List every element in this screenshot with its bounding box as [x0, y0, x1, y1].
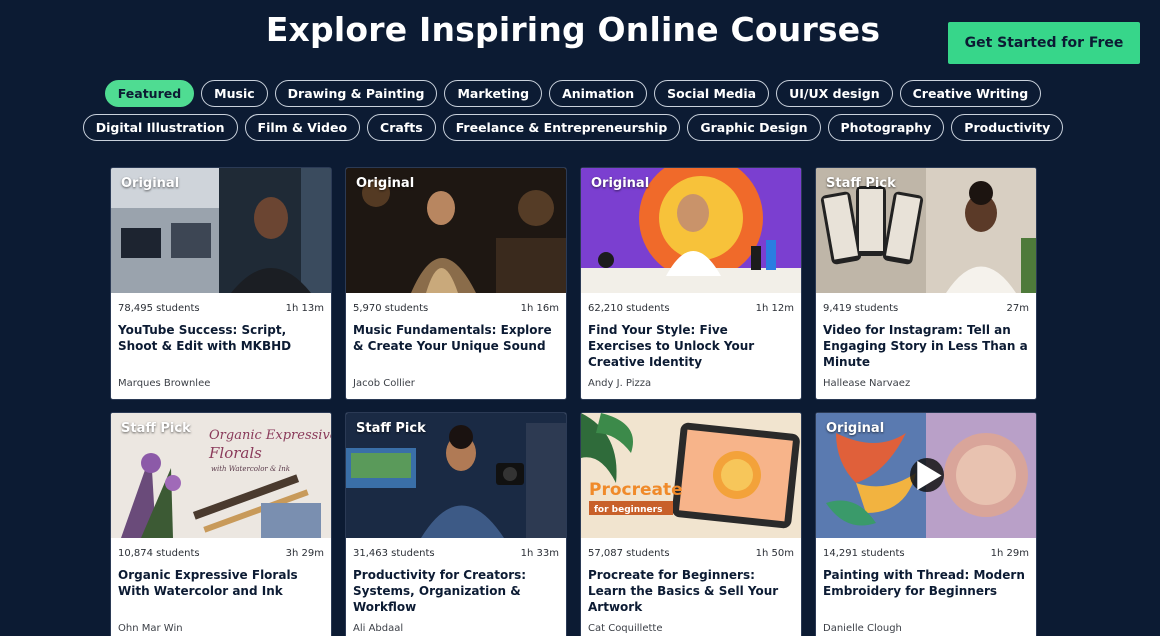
filter-chip-drawing-painting[interactable]: Drawing & Painting — [274, 80, 438, 107]
course-thumbnail: Original — [581, 168, 801, 293]
course-title[interactable]: Productivity for Creators: Systems, Orga… — [346, 559, 566, 617]
course-grid: Original 78,495 students 1h 13m YouTube … — [110, 167, 1037, 636]
filter-chip-animation[interactable]: Animation — [549, 80, 648, 107]
filter-chip-productivity[interactable]: Productivity — [951, 114, 1064, 141]
course-author[interactable]: Ali Abdaal — [353, 623, 403, 634]
filter-chip-music[interactable]: Music — [201, 80, 268, 107]
course-card[interactable]: Original 14,291 students 1h 29m Painting… — [815, 412, 1037, 636]
course-author[interactable]: Marques Brownlee — [118, 378, 210, 389]
course-meta: 10,874 students 3h 29m — [111, 538, 331, 559]
course-duration: 1h 50m — [755, 548, 794, 559]
course-card[interactable]: Original 5,970 students 1h 16m Music Fun… — [345, 167, 567, 400]
category-filters-row-2: Digital Illustration Film & Video Crafts… — [0, 114, 1146, 141]
course-title[interactable]: Video for Instagram: Tell an Engaging St… — [816, 314, 1036, 372]
filter-chip-freelance[interactable]: Freelance & Entrepreneurship — [442, 114, 681, 141]
thumbnail-title-text: Florals — [208, 444, 262, 462]
badge-label: Original — [826, 421, 885, 436]
course-duration: 27m — [1006, 303, 1029, 314]
student-count: 10,874 students — [118, 548, 200, 559]
course-title[interactable]: Organic Expressive Florals With Watercol… — [111, 559, 331, 617]
course-duration: 3h 29m — [285, 548, 324, 559]
student-count: 14,291 students — [823, 548, 905, 559]
course-card[interactable]: Staff Pick 31,463 students 1h 33m Produc… — [345, 412, 567, 636]
course-title[interactable]: Procreate for Beginners: Learn the Basic… — [581, 559, 801, 617]
course-card[interactable]: Staff Pick 9,419 students 27m Video for … — [815, 167, 1037, 400]
course-author[interactable]: Andy J. Pizza — [588, 378, 651, 389]
course-thumbnail: Procreate for beginners — [581, 413, 801, 538]
course-card[interactable]: Original 78,495 students 1h 13m YouTube … — [110, 167, 332, 400]
course-meta: 31,463 students 1h 33m — [346, 538, 566, 559]
course-duration: 1h 33m — [520, 548, 559, 559]
filter-chip-featured[interactable]: Featured — [104, 80, 195, 107]
category-filters-row-1: Featured Music Drawing & Painting Market… — [0, 80, 1146, 107]
filter-chip-film-video[interactable]: Film & Video — [244, 114, 361, 141]
play-icon[interactable] — [910, 458, 944, 492]
student-count: 62,210 students — [588, 303, 670, 314]
course-meta: 62,210 students 1h 12m — [581, 293, 801, 314]
filter-chip-marketing[interactable]: Marketing — [444, 80, 543, 107]
thumbnail-subtitle-text: with Watercolor & Ink — [211, 465, 290, 473]
course-meta: 9,419 students 27m — [816, 293, 1036, 314]
badge-label: Staff Pick — [121, 421, 191, 436]
badge-label: Original — [591, 176, 650, 191]
course-card[interactable]: Original 62,210 students 1h 12m Find You… — [580, 167, 802, 400]
course-duration: 1h 12m — [755, 303, 794, 314]
badge-label: Original — [121, 176, 180, 191]
student-count: 31,463 students — [353, 548, 435, 559]
course-card[interactable]: Organic Expressive Florals with Watercol… — [110, 412, 332, 636]
course-author[interactable]: Ohn Mar Win — [118, 623, 183, 634]
course-duration: 1h 13m — [285, 303, 324, 314]
filter-chip-graphic-design[interactable]: Graphic Design — [687, 114, 821, 141]
course-duration: 1h 29m — [990, 548, 1029, 559]
course-thumbnail: Original — [346, 168, 566, 293]
filter-chip-ui-ux-design[interactable]: UI/UX design — [776, 80, 893, 107]
course-meta: 78,495 students 1h 13m — [111, 293, 331, 314]
thumbnail-title-text: Organic Expressive — [209, 428, 331, 443]
course-thumbnail: Staff Pick — [816, 168, 1036, 293]
filter-chip-creative-writing[interactable]: Creative Writing — [899, 80, 1042, 107]
course-thumbnail: Original — [816, 413, 1036, 538]
course-title[interactable]: Find Your Style: Five Exercises to Unloc… — [581, 314, 801, 372]
thumbnail-image: Procreate for beginners — [581, 413, 801, 538]
course-meta: 14,291 students 1h 29m — [816, 538, 1036, 559]
student-count: 9,419 students — [823, 303, 899, 314]
course-card[interactable]: Procreate for beginners 57,087 students … — [580, 412, 802, 636]
course-title[interactable]: Music Fundamentals: Explore & Create You… — [346, 314, 566, 372]
badge-label: Staff Pick — [826, 176, 896, 191]
thumbnail-subtitle-text: for beginners — [594, 505, 662, 515]
filter-chip-digital-illustration[interactable]: Digital Illustration — [82, 114, 238, 141]
course-author[interactable]: Hallease Narvaez — [823, 378, 910, 389]
course-thumbnail: Staff Pick — [346, 413, 566, 538]
student-count: 57,087 students — [588, 548, 670, 559]
thumbnail-title-text: Procreate — [589, 480, 683, 500]
course-author[interactable]: Danielle Clough — [823, 623, 902, 634]
student-count: 5,970 students — [353, 303, 429, 314]
course-thumbnail: Organic Expressive Florals with Watercol… — [111, 413, 331, 538]
course-author[interactable]: Cat Coquillette — [588, 623, 662, 634]
course-meta: 5,970 students 1h 16m — [346, 293, 566, 314]
course-thumbnail: Original — [111, 168, 331, 293]
get-started-button[interactable]: Get Started for Free — [948, 22, 1140, 64]
course-title[interactable]: YouTube Success: Script, Shoot & Edit wi… — [111, 314, 331, 372]
filter-chip-crafts[interactable]: Crafts — [367, 114, 436, 141]
badge-label: Staff Pick — [356, 421, 426, 436]
course-duration: 1h 16m — [520, 303, 559, 314]
filter-chip-photography[interactable]: Photography — [827, 114, 945, 141]
student-count: 78,495 students — [118, 303, 200, 314]
badge-label: Original — [356, 176, 415, 191]
course-author[interactable]: Jacob Collier — [353, 378, 415, 389]
course-title[interactable]: Painting with Thread: Modern Embroidery … — [816, 559, 1036, 617]
course-meta: 57,087 students 1h 50m — [581, 538, 801, 559]
filter-chip-social-media[interactable]: Social Media — [654, 80, 770, 107]
